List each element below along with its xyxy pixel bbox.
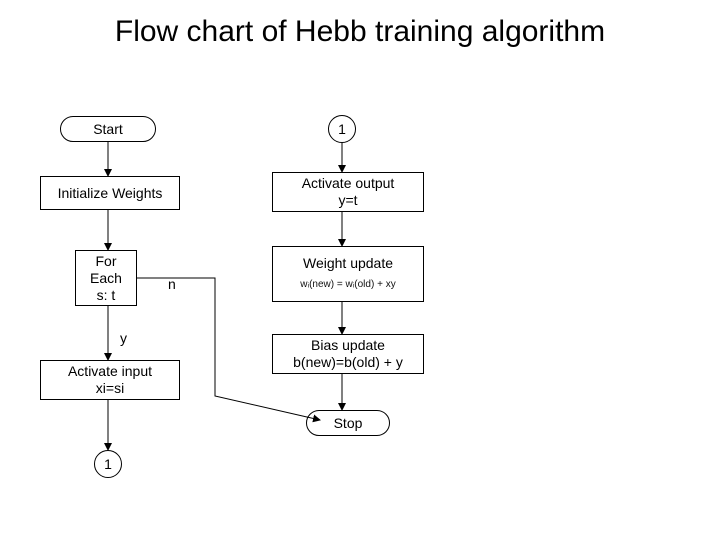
weight-update-title: Weight update xyxy=(303,255,393,272)
node-bias-update: Bias update b(new)=b(old) + y xyxy=(272,334,424,374)
connector-1-bottom: 1 xyxy=(94,450,122,478)
flowchart: Flow chart of Hebb training algorithm St… xyxy=(0,0,720,540)
node-activate-output: Activate output y=t xyxy=(272,172,424,212)
node-for-each: For Each s: t xyxy=(75,250,137,306)
node-initialize-weights: Initialize Weights xyxy=(40,176,180,210)
edge-label-y: y xyxy=(120,330,127,346)
node-stop: Stop xyxy=(306,410,390,436)
node-weight-update: Weight update wᵢ(new) = wᵢ(old) + xy xyxy=(272,246,424,302)
page-title: Flow chart of Hebb training algorithm xyxy=(0,14,720,50)
node-activate-input: Activate input xi=si xyxy=(40,360,180,400)
connector-1-top: 1 xyxy=(328,115,356,143)
node-start: Start xyxy=(60,116,156,142)
weight-update-formula: wᵢ(new) = wᵢ(old) + xy xyxy=(300,276,395,293)
edge-label-n: n xyxy=(168,276,176,292)
